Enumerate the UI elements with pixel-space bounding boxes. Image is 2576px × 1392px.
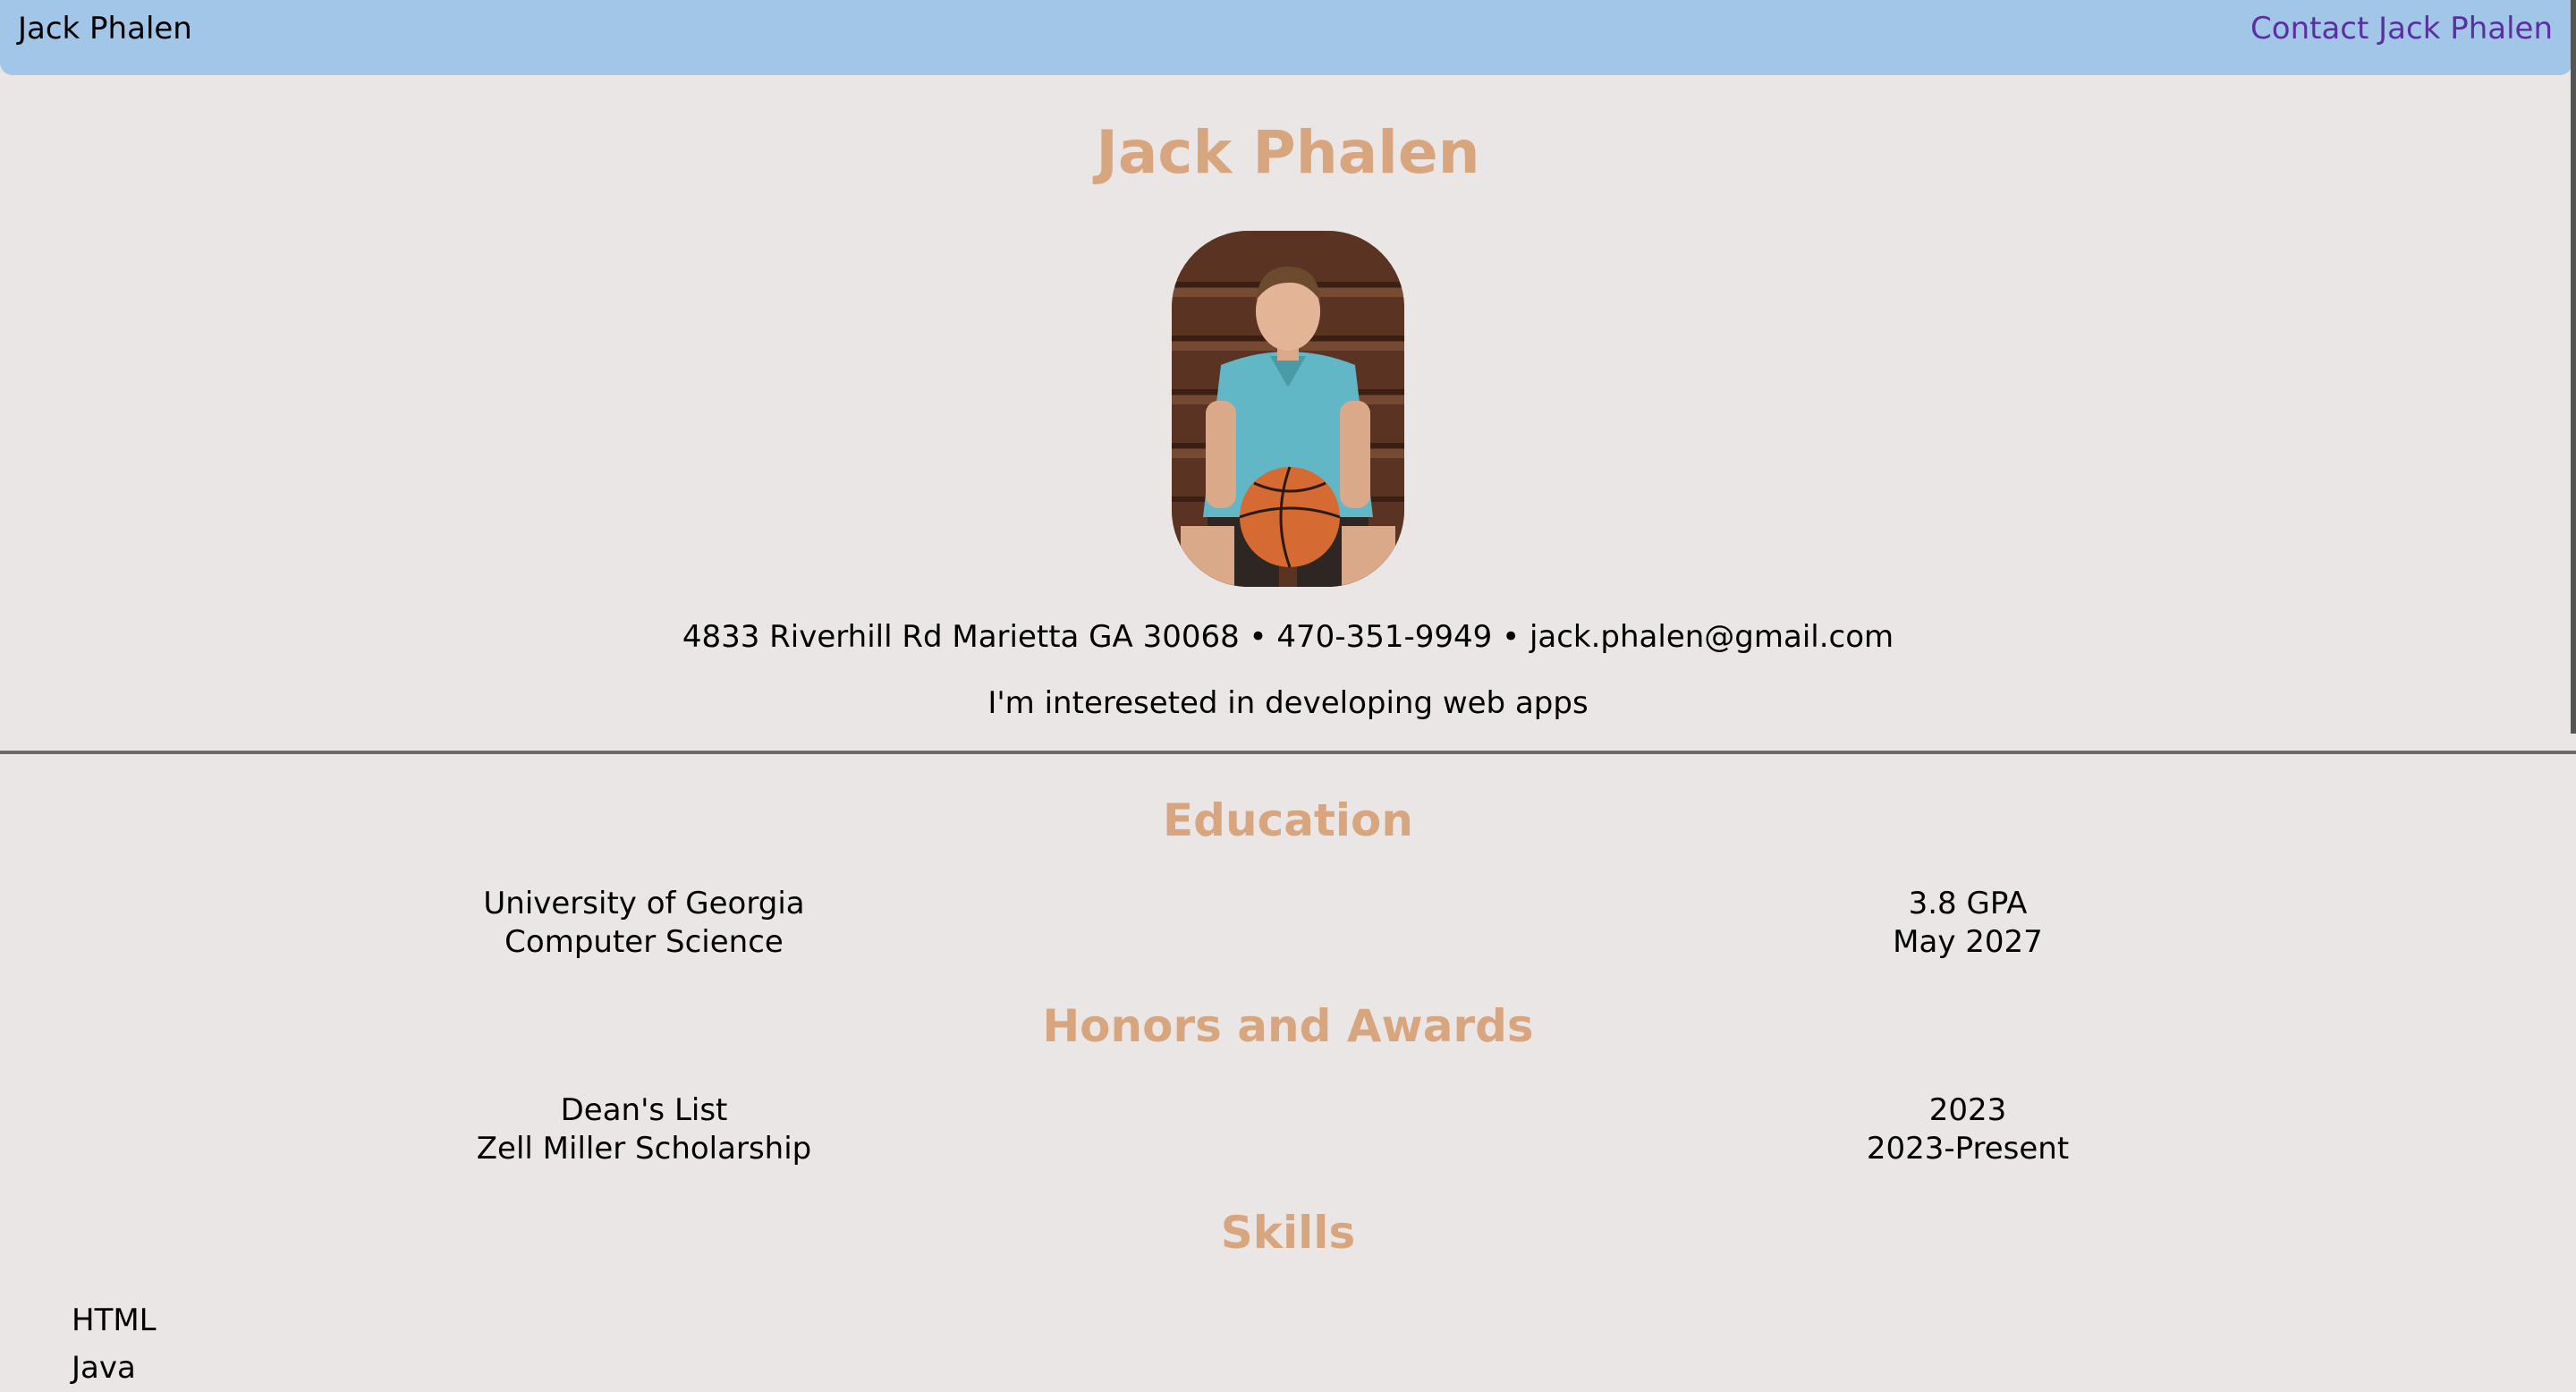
education-gpa: 3.8 GPA — [1908, 886, 2028, 921]
section-divider — [0, 751, 2576, 754]
skills-list: HTML Java — [72, 1297, 157, 1392]
education-details-column: 3.8 GPA May 2027 — [1610, 885, 2326, 962]
education-heading: Education — [1163, 794, 1413, 846]
honor-item: Zell Miller Scholarship — [476, 1131, 812, 1167]
education-graduation-date: May 2027 — [1893, 924, 2043, 960]
skills-heading: Skills — [1220, 1207, 1356, 1259]
profile-photo — [1172, 231, 1404, 587]
page-title: Jack Phalen — [1096, 118, 1480, 187]
honors-dates-column: 2023 2023-Present — [1610, 1091, 2326, 1168]
honor-date: 2023-Present — [1866, 1131, 2070, 1167]
tagline: I'm intereseted in developing web apps — [987, 685, 1589, 721]
education-school-column: University of Georgia Computer Science — [286, 885, 1002, 962]
education-major: Computer Science — [504, 924, 784, 960]
contact-details: 4833 Riverhill Rd Marietta GA 30068 • 47… — [682, 619, 1894, 655]
education-school: University of Georgia — [483, 886, 805, 921]
profile-photo-illustration — [1172, 231, 1404, 587]
honors-heading: Honors and Awards — [1042, 1000, 1534, 1052]
contact-link[interactable]: Contact Jack Phalen — [2250, 9, 2553, 48]
honors-names-column: Dean's List Zell Miller Scholarship — [286, 1091, 1002, 1168]
top-navbar: Jack Phalen Contact Jack Phalen — [0, 0, 2572, 75]
honor-item: Dean's List — [560, 1092, 728, 1128]
skill-item: HTML — [72, 1303, 157, 1338]
honor-date: 2023 — [1928, 1092, 2007, 1128]
skill-item: Java — [72, 1350, 136, 1386]
nav-brand[interactable]: Jack Phalen — [18, 9, 192, 48]
